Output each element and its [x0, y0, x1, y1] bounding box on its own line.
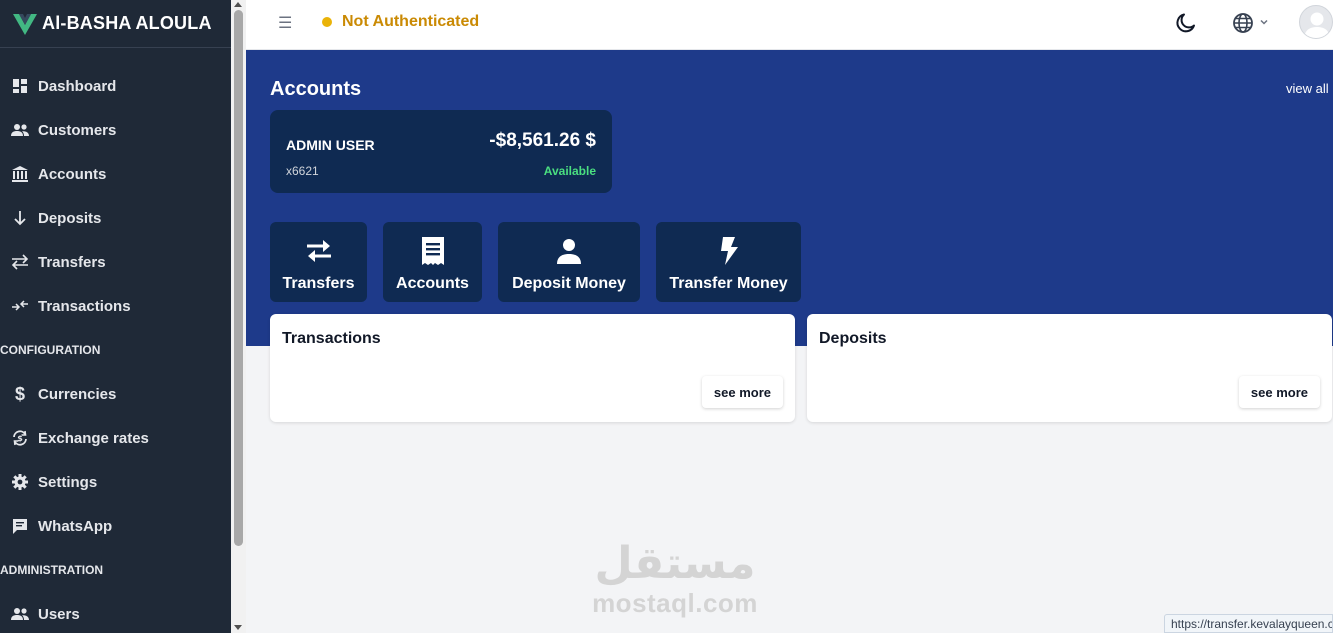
account-name: ADMIN USER [286, 137, 375, 153]
svg-text:$: $ [17, 434, 23, 443]
dollar-icon: $ [14, 383, 25, 404]
auth-status: Not Authenticated [342, 13, 480, 30]
transactions-icon [10, 296, 30, 316]
account-card[interactable]: ADMIN USER -$8,561.26 $ x6621 Available [270, 110, 612, 193]
brand[interactable]: Al-BASHA ALOULA [0, 0, 231, 48]
globe-icon[interactable] [1231, 11, 1255, 35]
avatar[interactable] [1299, 5, 1333, 39]
panel-title: Deposits [819, 330, 887, 347]
sidebar-item-accounts[interactable]: Accounts [0, 154, 231, 194]
users-icon [10, 120, 30, 140]
sidebar-item-exchange-rates[interactable]: $ Exchange rates [0, 418, 231, 458]
sidebar-item-deposits[interactable]: Deposits [0, 198, 231, 238]
button-label: Accounts [396, 275, 469, 292]
message-icon [10, 516, 30, 536]
sidebar-item-transactions[interactable]: Transactions [0, 286, 231, 326]
sidebar-item-label: Settings [38, 473, 98, 491]
receipt-icon [418, 236, 448, 266]
view-all-link[interactable]: view all [1286, 81, 1329, 96]
user-icon [554, 236, 584, 266]
section-configuration: CONFIGURATION [0, 343, 101, 357]
sidebar-item-label: Accounts [38, 165, 107, 183]
watermark-arabic: مستقل [594, 538, 756, 589]
bank-icon [10, 164, 30, 184]
watermark-latin: mostaql.com [592, 588, 758, 618]
scroll-down-arrow-icon[interactable] [234, 625, 242, 630]
sidebar-item-dashboard[interactable]: Dashboard [0, 66, 231, 106]
users-icon [10, 604, 30, 624]
transfer-money-button[interactable]: Transfer Money [656, 222, 801, 302]
scroll-thumb[interactable] [234, 10, 243, 546]
watermark: مستقل mostaql.com [560, 540, 790, 619]
brand-name: Al-BASHA ALOULA [42, 13, 212, 33]
sidebar-scrollbar[interactable] [231, 0, 246, 633]
menu-toggle-icon[interactable]: ☰ [278, 13, 292, 33]
section-title: Accounts [270, 78, 362, 100]
topbar: ☰ Not Authenticated [246, 0, 1333, 50]
chevron-down-icon[interactable] [1259, 17, 1269, 27]
sidebar-item-transfers[interactable]: Transfers [0, 242, 231, 282]
sidebar: Al-BASHA ALOULA Dashboard Customers Acco… [0, 0, 231, 633]
button-label: Deposit Money [512, 275, 626, 292]
moon-icon[interactable] [1174, 11, 1198, 35]
sidebar-item-label: WhatsApp [38, 517, 113, 535]
deposits-panel: Deposits see more [807, 314, 1332, 422]
swap-icon [304, 236, 334, 266]
account-number: x6621 [286, 164, 319, 178]
sidebar-item-label: Currencies [38, 385, 117, 403]
user-avatar-icon [1304, 12, 1330, 38]
sidebar-item-label: Dashboard [38, 77, 117, 95]
account-status: Available [543, 164, 596, 178]
see-more-button[interactable]: see more [701, 376, 783, 408]
accounts-hero: Accounts view all ADMIN USER -$8,561.26 … [246, 50, 1333, 346]
account-balance: -$8,561.26 $ [489, 130, 596, 151]
sidebar-item-users[interactable]: Users [0, 594, 231, 633]
accounts-button[interactable]: Accounts [383, 222, 482, 302]
sidebar-item-whatsapp[interactable]: WhatsApp [0, 506, 231, 546]
sidebar-item-currencies[interactable]: $ Currencies [0, 374, 231, 414]
sidebar-item-label: Transfers [38, 253, 106, 271]
sidebar-item-label: Deposits [38, 209, 102, 227]
transactions-panel: Transactions see more [270, 314, 795, 422]
transfers-button[interactable]: Transfers [270, 222, 367, 302]
swap-icon [10, 252, 30, 272]
panel-title: Transactions [282, 330, 381, 347]
scroll-up-arrow-icon[interactable] [234, 2, 242, 7]
arrow-down-icon [10, 208, 30, 228]
sidebar-item-label: Customers [38, 121, 117, 139]
sidebar-item-customers[interactable]: Customers [0, 110, 231, 150]
gear-icon [10, 472, 30, 492]
sidebar-item-label: Transactions [38, 297, 131, 315]
deposit-money-button[interactable]: Deposit Money [498, 222, 640, 302]
logo-icon [13, 13, 37, 35]
status-dot [322, 17, 332, 27]
lightning-icon [714, 236, 744, 266]
sidebar-item-label: Exchange rates [38, 429, 149, 447]
dashboard-icon [10, 76, 30, 96]
exchange-icon: $ [10, 428, 30, 448]
see-more-button[interactable]: see more [1238, 376, 1320, 408]
sidebar-item-settings[interactable]: Settings [0, 462, 231, 502]
section-administration: ADMINISTRATION [0, 563, 104, 577]
sidebar-item-label: Users [38, 605, 80, 623]
status-bar-url: https://transfer.kevalayqueen.c [1164, 614, 1333, 633]
button-label: Transfer Money [669, 275, 788, 292]
button-label: Transfers [282, 275, 355, 292]
